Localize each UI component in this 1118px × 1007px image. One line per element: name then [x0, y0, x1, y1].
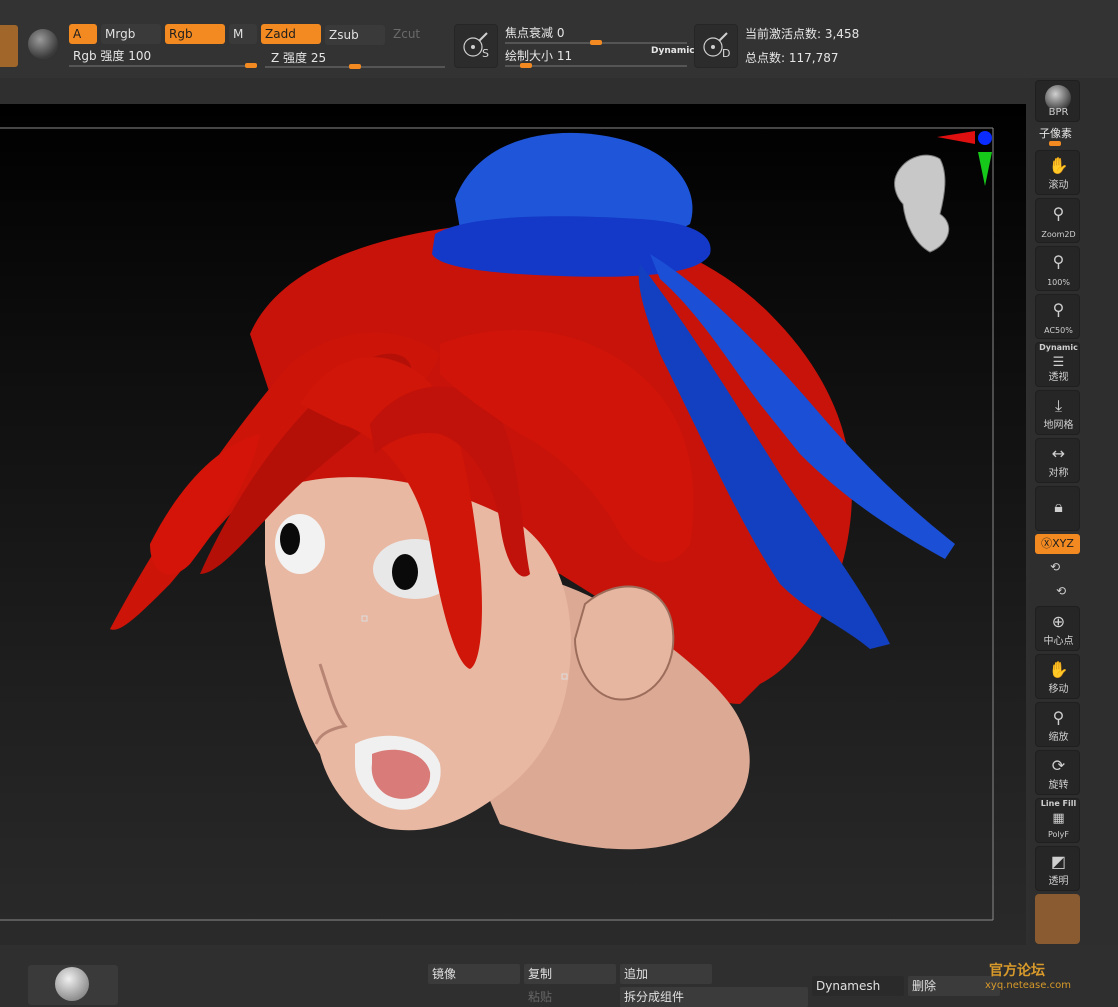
symmetry-label: 对称	[1048, 468, 1069, 479]
magnifier-100-icon: ⚲	[1052, 252, 1065, 271]
center-icon: ⊕	[1051, 612, 1066, 631]
dynamic-persp-label: Dynamic	[1039, 343, 1078, 352]
floor-icon: ⤓	[1054, 396, 1063, 415]
move-button[interactable]: ✋ 移动	[1035, 654, 1080, 699]
copy-button[interactable]: 复制	[524, 964, 616, 984]
ac50-button[interactable]: ⚲ AC50%	[1035, 294, 1080, 339]
stroke-d-icon	[703, 32, 728, 57]
scale-button[interactable]: ⚲ 缩放	[1035, 702, 1080, 747]
perspective-label: 透视	[1048, 372, 1069, 383]
rgb-intensity-knob[interactable]	[245, 63, 257, 68]
subpixel-slider-knob[interactable]	[1049, 141, 1061, 146]
dynamic-d-button[interactable]: D	[694, 24, 738, 68]
material-sphere-icon[interactable]	[28, 29, 58, 59]
focal-shift-label: 焦点衰减 0	[505, 26, 565, 40]
scale-label: 缩放	[1048, 732, 1069, 743]
zoom2d-label: Zoom2D	[1041, 230, 1076, 239]
watermark-site: xyq.netease.com	[985, 980, 1071, 991]
transparency-icon: ◩	[1050, 852, 1067, 871]
draw-size-knob[interactable]	[520, 63, 532, 68]
watermark-logo: 官方论坛 xyq.netease.com	[975, 918, 1100, 996]
3d-viewport[interactable]	[0, 104, 1026, 945]
subtool-sphere-icon	[55, 967, 89, 1001]
lazy-mouse-s-button[interactable]: S	[454, 24, 498, 68]
rotate-y-icon[interactable]: ⟲	[1050, 560, 1060, 574]
draw-size-label: 绘制大小 11	[505, 49, 573, 63]
zoom100-button[interactable]: ⚲ 100%	[1035, 246, 1080, 291]
orientation-gizmo[interactable]	[894, 131, 992, 253]
zoom100-label: 100%	[1047, 278, 1070, 287]
rgb-intensity-label: Rgb 强度 100	[73, 49, 152, 63]
scale-magnifier-icon: ⚲	[1052, 708, 1065, 727]
m-button[interactable]: M	[229, 24, 257, 44]
zadd-button[interactable]: Zadd	[261, 24, 321, 44]
transparency-label: 透明	[1048, 876, 1069, 887]
sculpt-model	[0, 127, 994, 921]
total-points-label: 总点数: 117,787	[745, 51, 839, 65]
scroll-label: 滚动	[1048, 180, 1069, 191]
mrgb-button[interactable]: Mrgb	[101, 24, 161, 44]
zsub-button[interactable]: Zsub	[325, 25, 385, 45]
center-label: 中心点	[1043, 636, 1074, 647]
polyframe-grid-icon: ▦	[1052, 811, 1065, 826]
scroll-button[interactable]: ✋ 滚动	[1035, 150, 1080, 195]
z-intensity-label: Z 强度 25	[271, 51, 327, 65]
split-button[interactable]: 拆分成组件	[620, 987, 808, 1007]
bpr-button[interactable]: BPR	[1035, 80, 1080, 122]
perspective-button[interactable]: Dynamic ☰ 透视	[1035, 342, 1080, 387]
floor-label: 地网格	[1043, 420, 1074, 431]
focal-shift-knob[interactable]	[590, 40, 602, 45]
lock-icon: 🔒︎	[1054, 497, 1063, 516]
polyf-label: PolyF	[1048, 830, 1069, 839]
rotate-label: 旋转	[1048, 780, 1069, 791]
floor-button[interactable]: ⤓ 地网格	[1035, 390, 1080, 435]
rotate-icon: ⟳	[1051, 756, 1066, 775]
zoom2d-button[interactable]: ⚲ Zoom2D	[1035, 198, 1080, 243]
paste-button[interactable]: 粘贴	[524, 987, 616, 1007]
watermark-slogan: 官方论坛	[989, 963, 1045, 979]
subpixel-label: 子像素	[1039, 127, 1072, 140]
bottom-bar: 镜像 复制 追加 粘贴 拆分成组件 Dynamesh 删除	[0, 945, 1118, 1007]
symmetry-arrows-icon: ↔	[1051, 444, 1066, 463]
top-toolbar: A Mrgb Rgb M Rgb 强度 100 Zadd Zsub Zcut Z…	[0, 0, 1118, 78]
hand-icon: ✋	[1048, 156, 1069, 175]
move-hand-icon: ✋	[1048, 660, 1069, 679]
stroke-s-icon	[463, 32, 488, 57]
rotate-button[interactable]: ⟳ 旋转	[1035, 750, 1080, 795]
transparency-button[interactable]: ◩ 透明	[1035, 846, 1080, 891]
xyz-button[interactable]: ⓍXYZ	[1035, 534, 1080, 554]
magnifier-icon: ⚲	[1052, 204, 1065, 223]
mirror-button[interactable]: 镜像	[428, 964, 520, 984]
rotate-z-icon[interactable]: ⟲	[1056, 584, 1066, 598]
rgb-intensity-slider[interactable]	[69, 65, 257, 67]
dynamic-label[interactable]: Dynamic	[651, 46, 695, 56]
zcut-button[interactable]: Zcut	[389, 24, 445, 44]
rgb-button[interactable]: Rgb	[165, 24, 225, 44]
s-label: S	[482, 47, 489, 60]
z-intensity-knob[interactable]	[349, 64, 361, 69]
linefill-label: Line Fill	[1040, 799, 1077, 808]
magnifier-ac-icon: ⚲	[1052, 300, 1065, 319]
ac50-label: AC50%	[1044, 326, 1073, 335]
bpr-label: BPR	[1048, 107, 1069, 118]
a-button[interactable]: A	[69, 24, 97, 44]
color-swatch[interactable]	[0, 25, 18, 67]
draw-size-slider[interactable]	[505, 65, 687, 67]
append-button[interactable]: 追加	[620, 964, 712, 984]
move-label: 移动	[1048, 684, 1069, 695]
active-points-label: 当前激活点数: 3,458	[745, 27, 860, 41]
polyframe-button[interactable]: Line Fill ▦ PolyF	[1035, 798, 1080, 843]
lock-button[interactable]: 🔒︎	[1035, 486, 1080, 531]
d-label: D	[722, 47, 731, 60]
dynamesh-button[interactable]: Dynamesh	[812, 976, 904, 996]
center-button[interactable]: ⊕ 中心点	[1035, 606, 1080, 651]
symmetry-button[interactable]: ↔ 对称	[1035, 438, 1080, 483]
